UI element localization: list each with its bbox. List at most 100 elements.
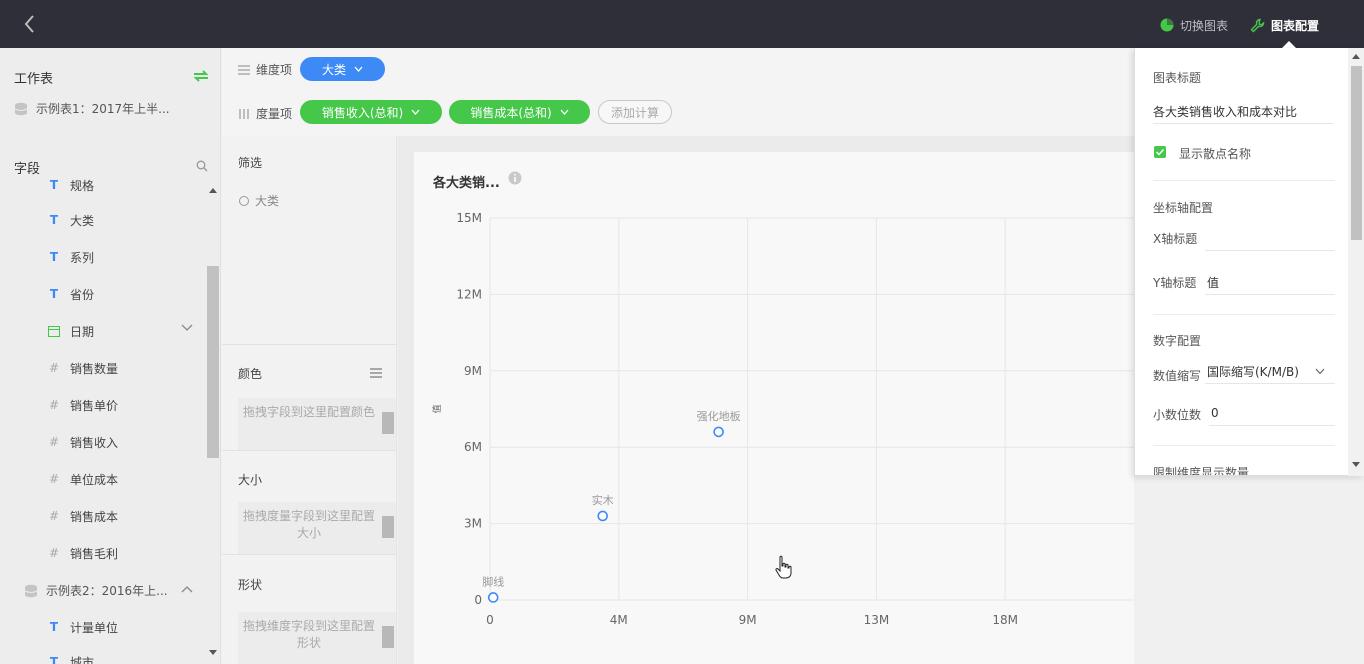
table1-item[interactable]: 示例表1：2017年上半... [14,100,170,117]
number-type-icon: # [48,472,60,486]
calendar-icon [48,326,60,337]
table2-name: 示例表2：2016年上... [46,584,168,598]
x-tick-label: 18M [992,613,1018,627]
chevron-down-icon[interactable] [181,324,193,332]
number-config-label: 数字配置 [1153,334,1202,348]
field-name: 规格 [70,178,95,193]
field-item[interactable]: T 省份 [48,284,94,304]
chart-title-input[interactable]: 各大类销售收入和成本对比 [1153,103,1297,120]
dimension-pill[interactable]: 大类 [300,57,385,81]
decimal-label: 小数位数 [1153,408,1202,422]
chevron-down-icon [560,109,569,115]
field-name: 大类 [70,213,95,228]
x-tick-label: 0 [486,613,494,627]
field-name: 单位成本 [70,472,119,487]
input-underline [1209,425,1335,426]
field-name: 销售收入 [70,435,119,450]
scatter-chart[interactable]: 0 3M 6M 9M 12M 15M 0 4M 9M 13M 18M 值脚线 实木 强化地板 [414,152,1134,664]
chart-area: 各大类销... 0 3M 6M 9M 12M 15M 0 4M 9M 13M 18M 值脚线 实木 强化地… [398,136,1134,664]
switch-chart-label: 切换图表 [1180,18,1229,33]
number-type-icon: # [48,435,60,449]
field-item[interactable]: # 单位成本 [48,469,118,489]
field-item[interactable]: 日期 [48,321,94,341]
config-scrollbar-thumb[interactable] [1351,66,1362,240]
dimension-measure-bar: 维度项 大类 度量项 销售收入(总和) 销售成本(总和) 添加计算 [222,48,1134,136]
back-arrow-icon[interactable] [18,12,42,36]
abbr-select[interactable]: 国际缩写(K/M/B) [1207,363,1299,380]
filter-item[interactable]: 大类 [239,192,279,209]
y-axis-title-input[interactable]: 值 [1207,274,1219,291]
field-item[interactable]: T 规格 [48,175,94,195]
measure-pill-label: 销售成本(总和) [470,105,552,120]
color-drop-zone[interactable]: 拖拽字段到这里配置颜色 [238,398,396,450]
text-type-icon: T [49,655,59,664]
field-item[interactable]: # 销售成本 [48,506,118,526]
chart-config-button[interactable]: 图表配置 [1250,14,1319,36]
field-item[interactable]: T 计量单位 [48,617,118,637]
measure-pill-cost[interactable]: 销售成本(总和) [449,100,590,124]
scroll-up-arrow-icon[interactable] [1352,54,1360,59]
color-drop-hint: 拖拽字段到这里配置颜色 [242,405,375,419]
chevron-up-icon[interactable] [181,585,193,593]
fields-scrollbar-thumb[interactable] [207,266,219,458]
y-tick-label: 3M [464,517,482,531]
abbr-label: 数值缩写 [1153,369,1202,383]
x-tick-label: 4M [610,613,628,627]
shape-title: 形状 [238,578,263,592]
number-type-icon: # [48,509,60,523]
field-item[interactable]: T 城市 [48,652,94,664]
scroll-down-arrow-icon[interactable] [1352,462,1360,467]
decimal-input[interactable]: 0 [1211,406,1219,420]
scroll-up-arrow-icon[interactable] [209,188,217,193]
show-point-name-checkbox[interactable] [1154,146,1166,158]
checkmark-icon [1155,148,1165,156]
field-name: 城市 [70,655,95,664]
hand-cursor-icon [775,555,792,579]
chevron-down-icon[interactable] [1315,368,1325,375]
number-type-icon: # [48,398,60,412]
table2-item[interactable]: 示例表2：2016年上... [24,582,168,599]
scroll-down-arrow-icon[interactable] [209,650,217,655]
add-calc-button[interactable]: 添加计算 [598,100,672,124]
drop-zone-scrollbar[interactable] [382,614,394,662]
field-item[interactable]: # 销售单价 [48,395,118,415]
shape-drop-zone[interactable]: 拖拽维度字段到这里配置形状 [238,612,396,664]
field-name: 计量单位 [70,620,119,635]
divider [222,554,397,555]
size-drop-zone[interactable]: 拖拽度量字段到这里配置大小 [238,502,396,554]
drop-zone-scrollbar[interactable] [382,400,394,448]
list-icon[interactable] [370,368,382,378]
y-tick-label: 12M [456,287,482,301]
field-item[interactable]: # 销售毛利 [48,543,118,563]
swap-icon[interactable] [192,68,210,84]
measure-pill-revenue[interactable]: 销售收入(总和) [300,100,442,124]
number-type-icon: # [48,361,60,375]
config-popover-caret [1282,41,1296,48]
dimension-row-label: 维度项 [238,61,292,78]
point-label: 实木 [592,493,614,507]
drop-zone-scrollbar[interactable] [382,504,394,552]
scatter-point [713,426,724,438]
field-item[interactable]: # 销售数量 [48,358,118,378]
chart-config-label: 图表配置 [1271,18,1320,33]
left-panel: 工作表 示例表1：2017年上半... 字段 T 规格 T 大类 T 系列 T … [0,48,221,664]
switch-chart-button[interactable]: 切换图表 [1160,14,1228,36]
input-underline [1153,123,1333,124]
field-item[interactable]: T 系列 [48,247,94,267]
divider [222,344,397,345]
field-item[interactable]: # 销售收入 [48,432,118,452]
text-type-icon: T [49,213,59,227]
input-underline [1205,383,1335,384]
number-type-icon: # [48,546,60,560]
measure-row-label: 度量项 [238,105,292,122]
filter-item-label: 大类 [255,194,280,208]
search-icon[interactable] [196,160,208,172]
wrench-icon [1250,18,1265,32]
field-name: 日期 [70,324,95,339]
chart-card: 各大类销... 0 3M 6M 9M 12M 15M 0 4M 9M 13M 18M 值脚线 实木 强化地… [414,152,1134,664]
size-title: 大小 [238,473,263,487]
scatter-point [487,592,499,603]
workbook-title: 工作表 [14,72,54,87]
field-item[interactable]: T 大类 [48,210,94,230]
text-type-icon: T [49,620,59,634]
